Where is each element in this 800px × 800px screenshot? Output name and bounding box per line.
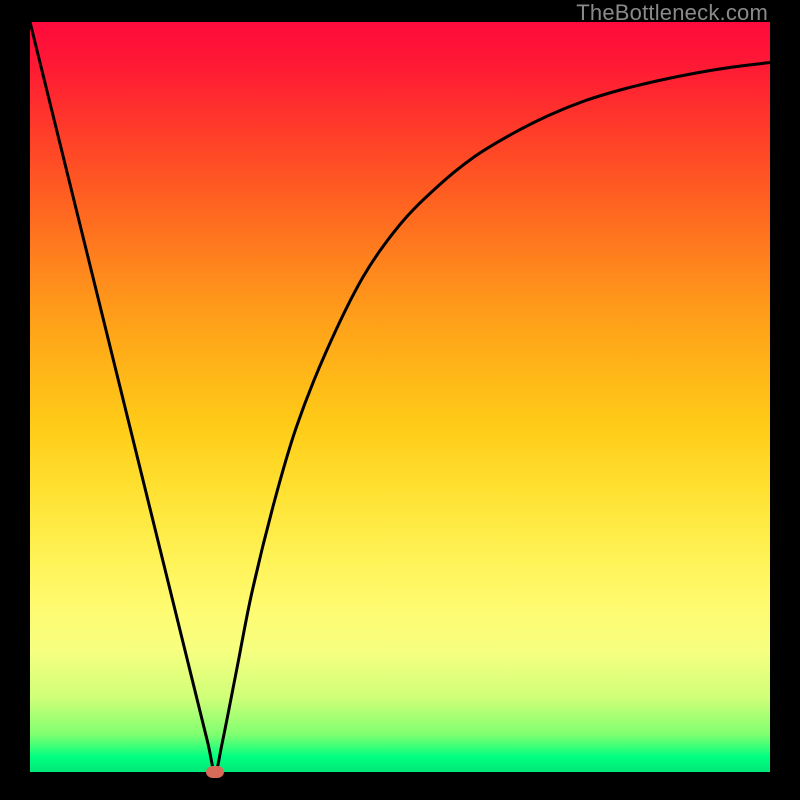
curve-layer xyxy=(30,22,770,772)
plot-area xyxy=(30,22,770,772)
bottleneck-curve-path xyxy=(30,22,770,772)
chart-frame: TheBottleneck.com xyxy=(0,0,800,800)
optimum-marker xyxy=(206,766,224,778)
